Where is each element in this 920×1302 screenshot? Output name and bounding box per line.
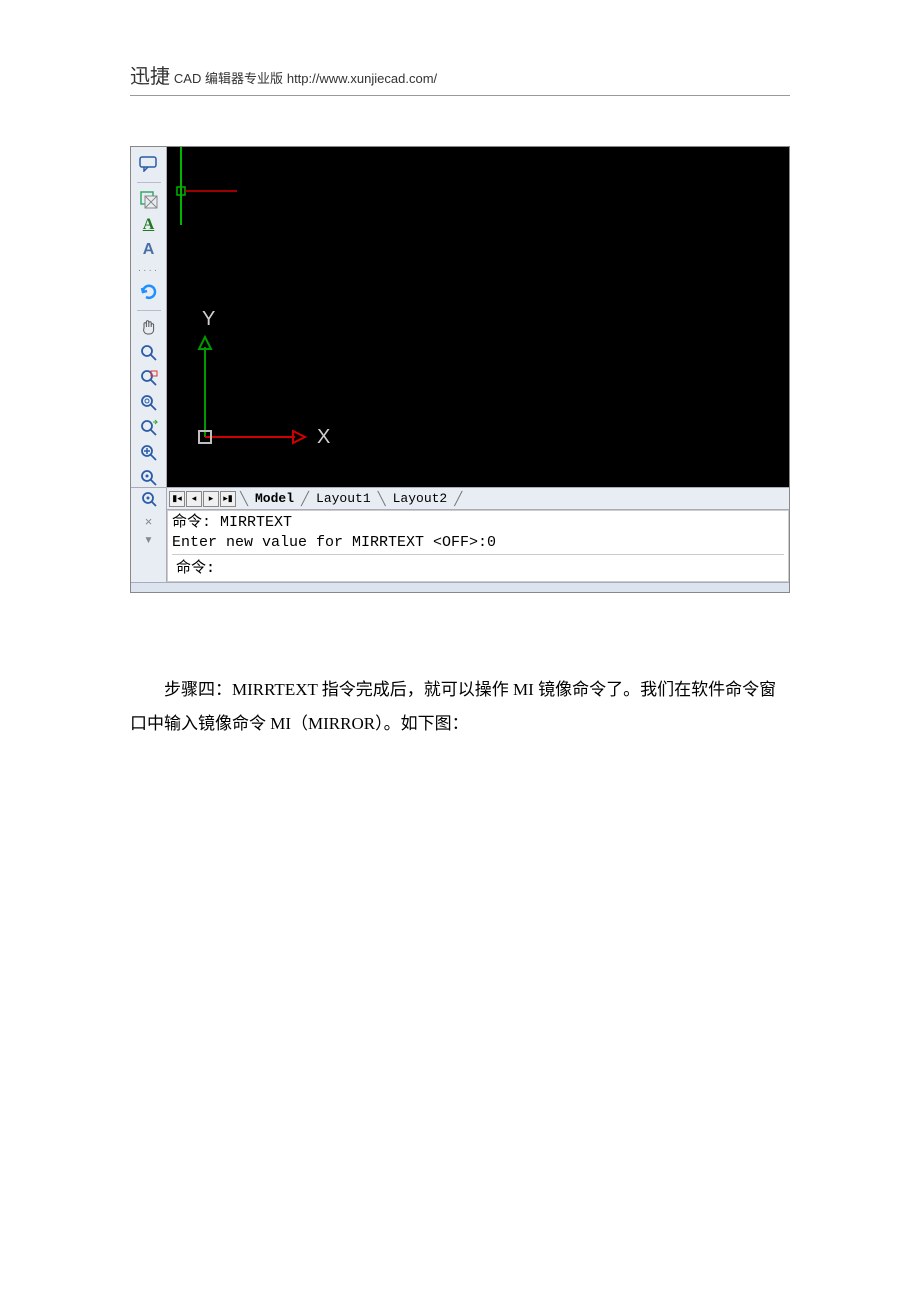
step-paragraph: 步骤四：MIRRTEXT 指令完成后，就可以操作 MI 镜像命令了。我们在软件命… [130,673,790,741]
ucs-y-label: Y [202,308,215,330]
tab-last-button[interactable]: ▸▮ [220,491,236,507]
command-dropdown-icon[interactable]: ▼ [144,535,154,546]
layout-tab-strip: ▮◂ ◂ ▸ ▸▮ ╲ Model ╱ Layout1 ╲ Layout2 ╱ [131,487,789,509]
close-command-icon[interactable]: × [145,514,153,529]
tab-divider: ╱ [300,491,310,507]
tab-layout1[interactable]: Layout1 [310,490,377,508]
refresh-icon[interactable] [137,282,161,302]
left-toolbar: A A ···· [131,147,167,487]
drawing-canvas[interactable]: Y X [167,147,789,487]
toolbar-separator-dots: ···· [138,265,159,276]
tab-divider: ╱ [453,491,463,507]
zoom-previous-icon[interactable] [137,418,161,437]
tab-divider: ╲ [239,491,249,507]
cad-screenshot: A A ···· [130,146,790,593]
product-name: CAD 编辑器专业版 [174,71,283,86]
zoom-realtime-icon[interactable] [137,394,161,413]
tab-layout2[interactable]: Layout2 [387,490,454,508]
command-history-line: Enter new value for MIRRTEXT <OFF>:0 [172,533,784,553]
command-area: × ▼ 命令: MIRRTEXT Enter new value for MIR… [131,509,789,582]
brand-name: 迅捷 [130,66,170,88]
status-bar [131,582,789,592]
text-underline-a-icon[interactable]: A [137,216,161,235]
zoom-in-icon[interactable] [137,443,161,462]
ucs-x-label: X [317,426,330,448]
command-prompt-label: 命令: [172,555,219,579]
command-history-line: 命令: MIRRTEXT [172,513,784,533]
word-balloon-icon[interactable] [137,155,161,174]
tab-nav-buttons: ▮◂ ◂ ▸ ▸▮ [167,491,239,507]
zoom-lens-icon[interactable] [137,344,161,363]
overlap-rect-icon[interactable] [137,191,161,210]
tab-prev-button[interactable]: ◂ [186,491,202,507]
command-history[interactable]: 命令: MIRRTEXT Enter new value for MIRRTEX… [167,510,789,582]
doc-header: 迅捷 CAD 编辑器专业版 http://www.xunjiecad.com/ [130,60,790,96]
product-url: http://www.xunjiecad.com/ [287,71,437,86]
tab-model[interactable]: Model [249,490,300,508]
tab-divider: ╲ [377,491,387,507]
text-a-icon[interactable]: A [137,240,161,259]
zoom-window-icon[interactable] [137,369,161,388]
tab-next-button[interactable]: ▸ [203,491,219,507]
pan-hand-icon[interactable] [137,319,161,338]
zoom-all-icon[interactable] [131,488,167,510]
zoom-extents-icon[interactable] [137,468,161,487]
tab-first-button[interactable]: ▮◂ [169,491,185,507]
